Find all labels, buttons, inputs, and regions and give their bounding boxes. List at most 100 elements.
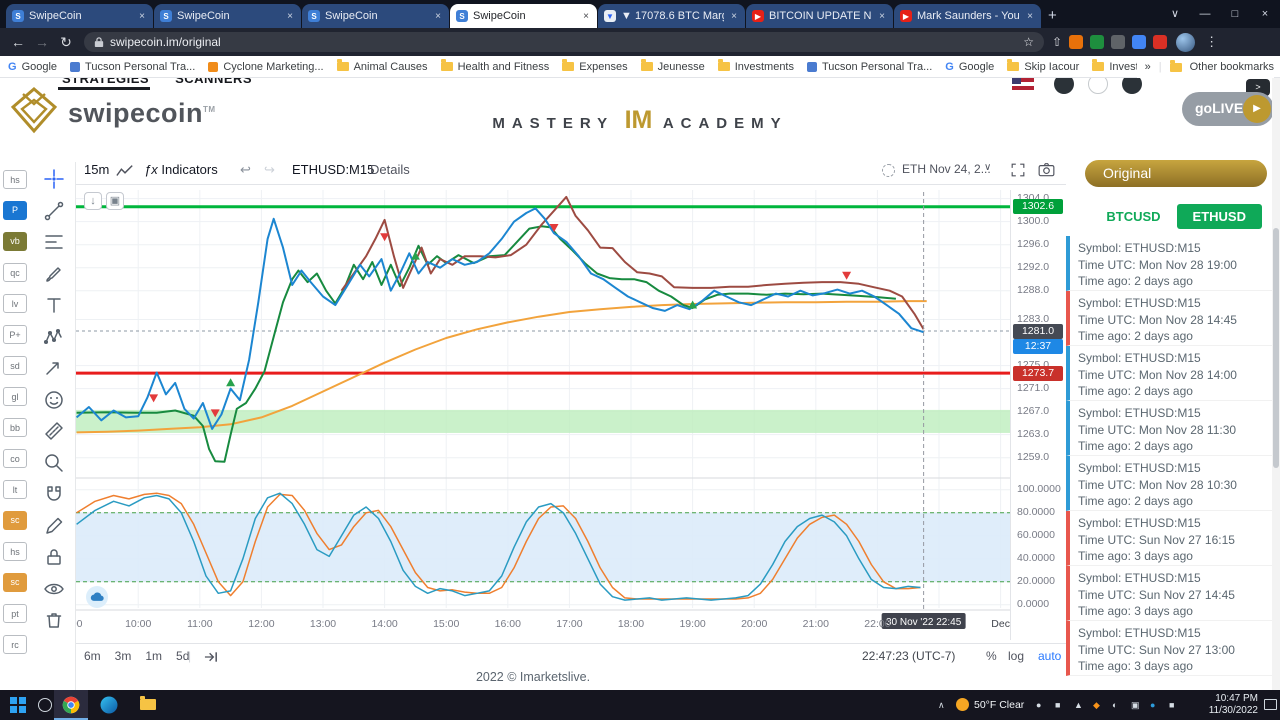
camera-screenshot-icon[interactable] <box>1038 162 1055 177</box>
tab-ethusd[interactable]: ETHUSD <box>1176 203 1262 229</box>
cloud-indicator-button[interactable] <box>86 586 108 608</box>
panel-restore-button[interactable]: ▣ <box>106 192 124 210</box>
extension-icon-red[interactable] <box>1153 35 1168 49</box>
extension-icon-blue[interactable] <box>1132 35 1147 49</box>
tab-close-icon[interactable]: × <box>581 11 591 22</box>
browser-menu-icon[interactable]: ⋮ <box>1205 34 1218 50</box>
signal-card[interactable]: Symbol: ETHUSD:M15 Time UTC: Sun Nov 27 1… <box>1066 566 1272 621</box>
tab-search-icon[interactable]: ∨ <box>1160 0 1190 28</box>
chart-style-icon[interactable] <box>116 164 134 178</box>
profile-avatar[interactable] <box>1176 32 1196 52</box>
strategy-button-sc[interactable]: sc <box>3 511 27 530</box>
timeframe-button[interactable]: 15m <box>84 162 109 177</box>
extension-icon-orange[interactable] <box>1069 35 1084 49</box>
signal-card[interactable]: Symbol: ETHUSD:M15 Time UTC: Mon Nov 28 1… <box>1066 346 1272 401</box>
details-button[interactable]: Details <box>370 162 410 177</box>
us-flag-icon[interactable] <box>1012 78 1034 90</box>
signal-card[interactable]: Symbol: ETHUSD:M15 Time UTC: Mon Nov 28 1… <box>1066 236 1272 291</box>
signal-card[interactable]: Symbol: ETHUSD:M15 Time UTC: Mon Nov 28 1… <box>1066 456 1272 511</box>
bookmark-item[interactable]: Jeunesse <box>640 59 705 73</box>
chart-clock[interactable]: 22:47:23 (UTC-7) <box>862 649 955 663</box>
eye-icon[interactable] <box>43 578 65 600</box>
header-calendar-icon[interactable] <box>1088 78 1108 94</box>
chart-canvas[interactable]: 30 Nov '22 22:45 00 10:00 11:00 12:00 13:00 14… <box>76 190 1010 640</box>
tray-icon[interactable]: ● <box>1036 700 1041 710</box>
strategy-button-P+[interactable]: P+ <box>3 325 27 344</box>
other-bookmarks-label[interactable]: Other bookmarks <box>1190 61 1274 73</box>
undo-button[interactable]: ↩ <box>240 162 251 178</box>
browser-tab[interactable]: ▶ BITCOIN UPDATE Nov 3 × <box>746 4 893 28</box>
bookmark-item[interactable]: Investments <box>717 59 794 73</box>
tray-icon[interactable]: ◐ <box>1112 700 1117 710</box>
signal-card[interactable]: Symbol: ETHUSD:M15 Time UTC: Sun Nov 27 1… <box>1066 511 1272 566</box>
weather-label[interactable]: 50°F Clear <box>974 699 1024 711</box>
replay-dotted-circle-icon[interactable] <box>882 164 895 177</box>
bookmark-item[interactable]: Animal Causes <box>336 59 428 73</box>
tab-close-icon[interactable]: × <box>877 11 887 22</box>
window-close-button[interactable]: × <box>1250 0 1280 28</box>
redo-button[interactable]: ↪ <box>264 162 275 178</box>
tab-close-icon[interactable]: × <box>433 11 443 22</box>
strategy-button-hs[interactable]: hs <box>3 170 27 189</box>
price-axis[interactable]: 1304.0 1300.0 1296.0 1292.0 1288.0 1283.0 1275… <box>1010 190 1066 640</box>
address-bar[interactable]: swipecoin.im/original ☆ <box>84 32 1044 52</box>
range-button-1m[interactable]: 1m <box>145 649 162 663</box>
signal-card[interactable]: Symbol: ETHUSD:M15 Time UTC: Mon Nov 28 1… <box>1066 291 1272 346</box>
pencil-icon[interactable] <box>43 515 65 537</box>
strategy-button-hs[interactable]: hs <box>3 542 27 561</box>
forward-button[interactable]: → <box>30 34 54 50</box>
bookmark-item[interactable]: Expenses <box>562 59 628 73</box>
date-range-label[interactable]: ETH Nov 24, 2... <box>902 162 991 176</box>
strategy-button-bb[interactable]: bb <box>3 418 27 437</box>
percent-scale-button[interactable]: % <box>986 649 997 663</box>
back-button[interactable]: ← <box>6 34 30 50</box>
chrome-taskbar-icon[interactable] <box>62 696 80 714</box>
nav-strategies[interactable]: STRATEGIES <box>62 78 149 86</box>
bookmark-star-icon[interactable]: ☆ <box>1023 35 1034 49</box>
edge-taskbar-icon[interactable] <box>100 696 118 714</box>
tray-icon[interactable]: ■ <box>1055 700 1060 710</box>
tray-expand-icon[interactable]: ∧ <box>938 700 945 711</box>
window-minimize-button[interactable]: — <box>1190 0 1220 28</box>
magnet-icon[interactable] <box>43 483 65 505</box>
strategy-button-P[interactable]: P <box>3 201 27 220</box>
signal-card[interactable]: Symbol: ETHUSD:M15 Time UTC: Mon Nov 28 1… <box>1066 401 1272 456</box>
range-button-6m[interactable]: 6m <box>84 649 101 663</box>
range-caret-icon[interactable]: ∨ <box>984 162 991 173</box>
symbol-label[interactable]: ETHUSD:M15 <box>292 162 374 177</box>
tab-close-icon[interactable]: × <box>137 11 147 22</box>
browser-tab[interactable]: S SwipeCoin × <box>450 4 597 28</box>
trend-line-icon[interactable] <box>43 200 65 222</box>
browser-tab[interactable]: ▼ ▼ 17078.6 BTC Margin × <box>598 4 745 28</box>
scrollbar-thumb[interactable] <box>1273 228 1279 468</box>
browser-tab[interactable]: S SwipeCoin × <box>302 4 449 28</box>
xabcd-pattern-icon[interactable] <box>43 326 65 348</box>
strategy-button-lv[interactable]: lv <box>3 294 27 313</box>
header-icon-dark-1[interactable] <box>1054 78 1074 94</box>
strategy-button-pt[interactable]: pt <box>3 604 27 623</box>
browser-tab[interactable]: ▶ Mark Saunders - YouTu × <box>894 4 1041 28</box>
bookmark-item[interactable]: Tucson Personal Tra... <box>807 61 932 73</box>
range-button-3m[interactable]: 3m <box>115 649 132 663</box>
tray-icon[interactable]: ▲ <box>1074 700 1083 710</box>
tray-icon[interactable]: ◆ <box>1093 700 1100 711</box>
zoom-icon[interactable] <box>43 452 65 474</box>
extensions-puzzle-icon[interactable] <box>1111 35 1126 49</box>
forecast-icon[interactable] <box>43 357 65 379</box>
tab-close-icon[interactable]: × <box>729 11 739 22</box>
header-icon-dark-2[interactable] <box>1122 78 1142 94</box>
bookmark-item[interactable]: Tucson Personal Tra... <box>70 61 195 73</box>
fullscreen-icon[interactable] <box>1010 162 1026 178</box>
bookmark-item[interactable]: Cyclone Marketing... <box>208 61 324 73</box>
browser-tab[interactable]: S SwipeCoin × <box>6 4 153 28</box>
text-icon[interactable] <box>43 294 65 316</box>
strategy-button-co[interactable]: co <box>3 449 27 468</box>
reload-button[interactable]: ↻ <box>54 34 78 51</box>
file-explorer-icon[interactable] <box>140 696 156 710</box>
indicators-button[interactable]: ƒx Indicators <box>144 162 218 177</box>
tray-icon[interactable]: ▣ <box>1131 700 1140 711</box>
strategy-button-sd[interactable]: sd <box>3 356 27 375</box>
strategy-button-qc[interactable]: qc <box>3 263 27 282</box>
signal-card[interactable]: Symbol: ETHUSD:M15 Time UTC: Sun Nov 27 1… <box>1066 621 1272 676</box>
bookmark-item[interactable]: Skip Iacour <box>1007 59 1079 73</box>
